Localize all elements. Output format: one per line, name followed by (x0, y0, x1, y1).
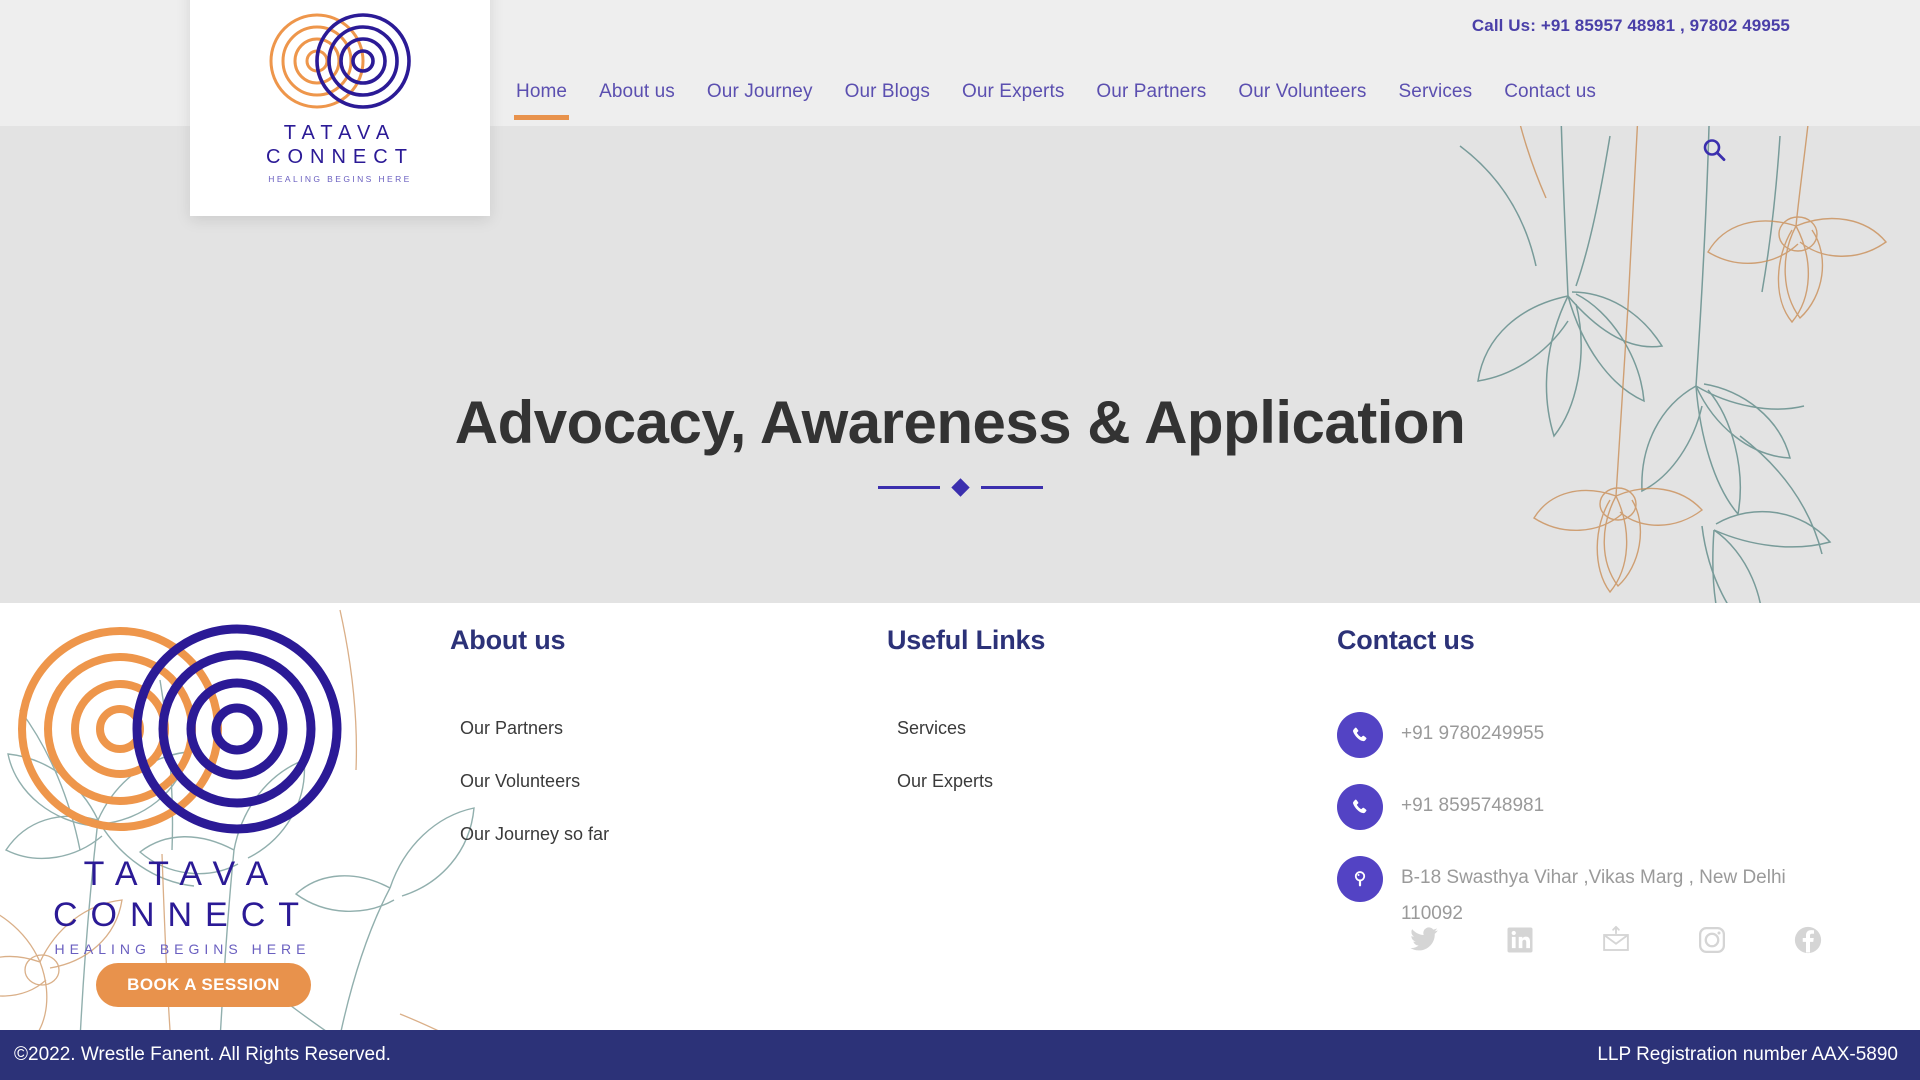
phone-icon (1337, 784, 1383, 830)
email-icon[interactable] (1601, 925, 1631, 955)
logo-line2: CONNECT (266, 146, 414, 168)
footer-column-useful-links: Useful Links Services Our Experts (887, 603, 1137, 792)
footer-logo-icon (18, 624, 342, 834)
logo-wordmark: TATAVA CONNECT HEALING BEGINS HERE (266, 122, 414, 184)
twitter-icon[interactable] (1409, 925, 1439, 955)
footer-logo-wordmark: TATAVA CONNECT HEALING BEGINS HERE (0, 855, 365, 957)
nav-item-our-blogs[interactable]: Our Blogs (829, 58, 946, 126)
footer-useful-links: Services Our Experts (887, 718, 1137, 792)
footer-bottom-bar: ©2022. Wrestle Fanent. All Rights Reserv… (0, 1030, 1920, 1080)
social-links (1409, 925, 1823, 955)
location-pin-icon (1337, 856, 1383, 902)
linkedin-icon[interactable] (1505, 925, 1535, 955)
footer-logo-tagline: HEALING BEGINS HERE (54, 941, 311, 957)
footer-contact-items: +91 9780249955 +91 8595748981 B-18 Swasthy… (1337, 712, 1897, 932)
footer-logo-line1: TATAVA (83, 855, 282, 893)
nav-item-about-us[interactable]: About us (583, 58, 691, 126)
nav-item-contact-us[interactable]: Contact us (1488, 58, 1612, 126)
nav-item-our-volunteers[interactable]: Our Volunteers (1222, 58, 1382, 126)
contact-item[interactable]: B-18 Swasthya Vihar ,Vikas Marg , New De… (1337, 856, 1897, 932)
contact-item-text: +91 8595748981 (1401, 795, 1545, 816)
instagram-icon[interactable] (1697, 925, 1727, 955)
footer-link-our-volunteers[interactable]: Our Volunteers (450, 771, 730, 792)
footer-column-about: About us Our Partners Our Volunteers Our J… (450, 603, 730, 845)
llp-registration-text: LLP Registration number AAX-5890 (1597, 1044, 1898, 1065)
site-logo-card[interactable]: TATAVA CONNECT HEALING BEGINS HERE (190, 0, 490, 216)
footer-contact-heading: Contact us (1337, 625, 1475, 655)
logo-line1: TATAVA (283, 122, 397, 144)
logo-tagline: HEALING BEGINS HERE (268, 174, 412, 184)
facebook-icon[interactable] (1793, 925, 1823, 955)
footer-link-our-experts[interactable]: Our Experts (887, 771, 1137, 792)
contact-item[interactable]: +91 8595748981 (1337, 784, 1897, 830)
nav-item-home[interactable]: Home (500, 58, 583, 126)
search-icon-glyph (1703, 139, 1726, 162)
footer-link-services[interactable]: Services (887, 718, 1137, 739)
footer-about-heading: About us (450, 625, 566, 655)
nav-item-our-journey[interactable]: Our Journey (691, 58, 829, 126)
nav-item-our-partners[interactable]: Our Partners (1080, 58, 1222, 126)
main-navigation: Home About us Our Journey Our Blogs Our Expe… (500, 58, 1612, 126)
concentric-circles-logo-icon (269, 13, 411, 109)
search-icon[interactable] (1700, 136, 1728, 164)
footer-link-our-journey-so-far[interactable]: Our Journey so far (450, 824, 730, 845)
page-root: Call Us: +91 85957 48981 , 97802 49955 H… (0, 0, 1920, 1080)
footer-column-contact: Contact us +91 9780249955 +91 8595748981 B… (1337, 603, 1897, 954)
nav-item-our-experts[interactable]: Our Experts (946, 58, 1080, 126)
site-footer: TATAVA CONNECT HEALING BEGINS HERE BOOK … (0, 603, 1920, 1030)
phone-icon (1337, 712, 1383, 758)
book-a-session-button[interactable]: BOOK A SESSION (96, 963, 311, 1007)
floral-decoration-top-right (1459, 126, 1888, 603)
footer-useful-heading: Useful Links (887, 625, 1046, 655)
call-us-text[interactable]: Call Us: +91 85957 48981 , 97802 49955 (1472, 16, 1790, 36)
footer-link-our-partners[interactable]: Our Partners (450, 718, 730, 739)
footer-logo-column: TATAVA CONNECT HEALING BEGINS HERE BOOK … (0, 603, 475, 1030)
copyright-text: ©2022. Wrestle Fanent. All Rights Reserv… (14, 1044, 391, 1065)
contact-item-text: B-18 Swasthya Vihar ,Vikas Marg , New De… (1401, 867, 1786, 924)
footer-about-links: Our Partners Our Volunteers Our Journey so… (450, 718, 730, 845)
contact-item[interactable]: +91 9780249955 (1337, 712, 1897, 758)
nav-item-services[interactable]: Services (1383, 58, 1489, 126)
contact-item-text: +91 9780249955 (1401, 723, 1545, 744)
footer-logo-line2: CONNECT (52, 896, 313, 934)
